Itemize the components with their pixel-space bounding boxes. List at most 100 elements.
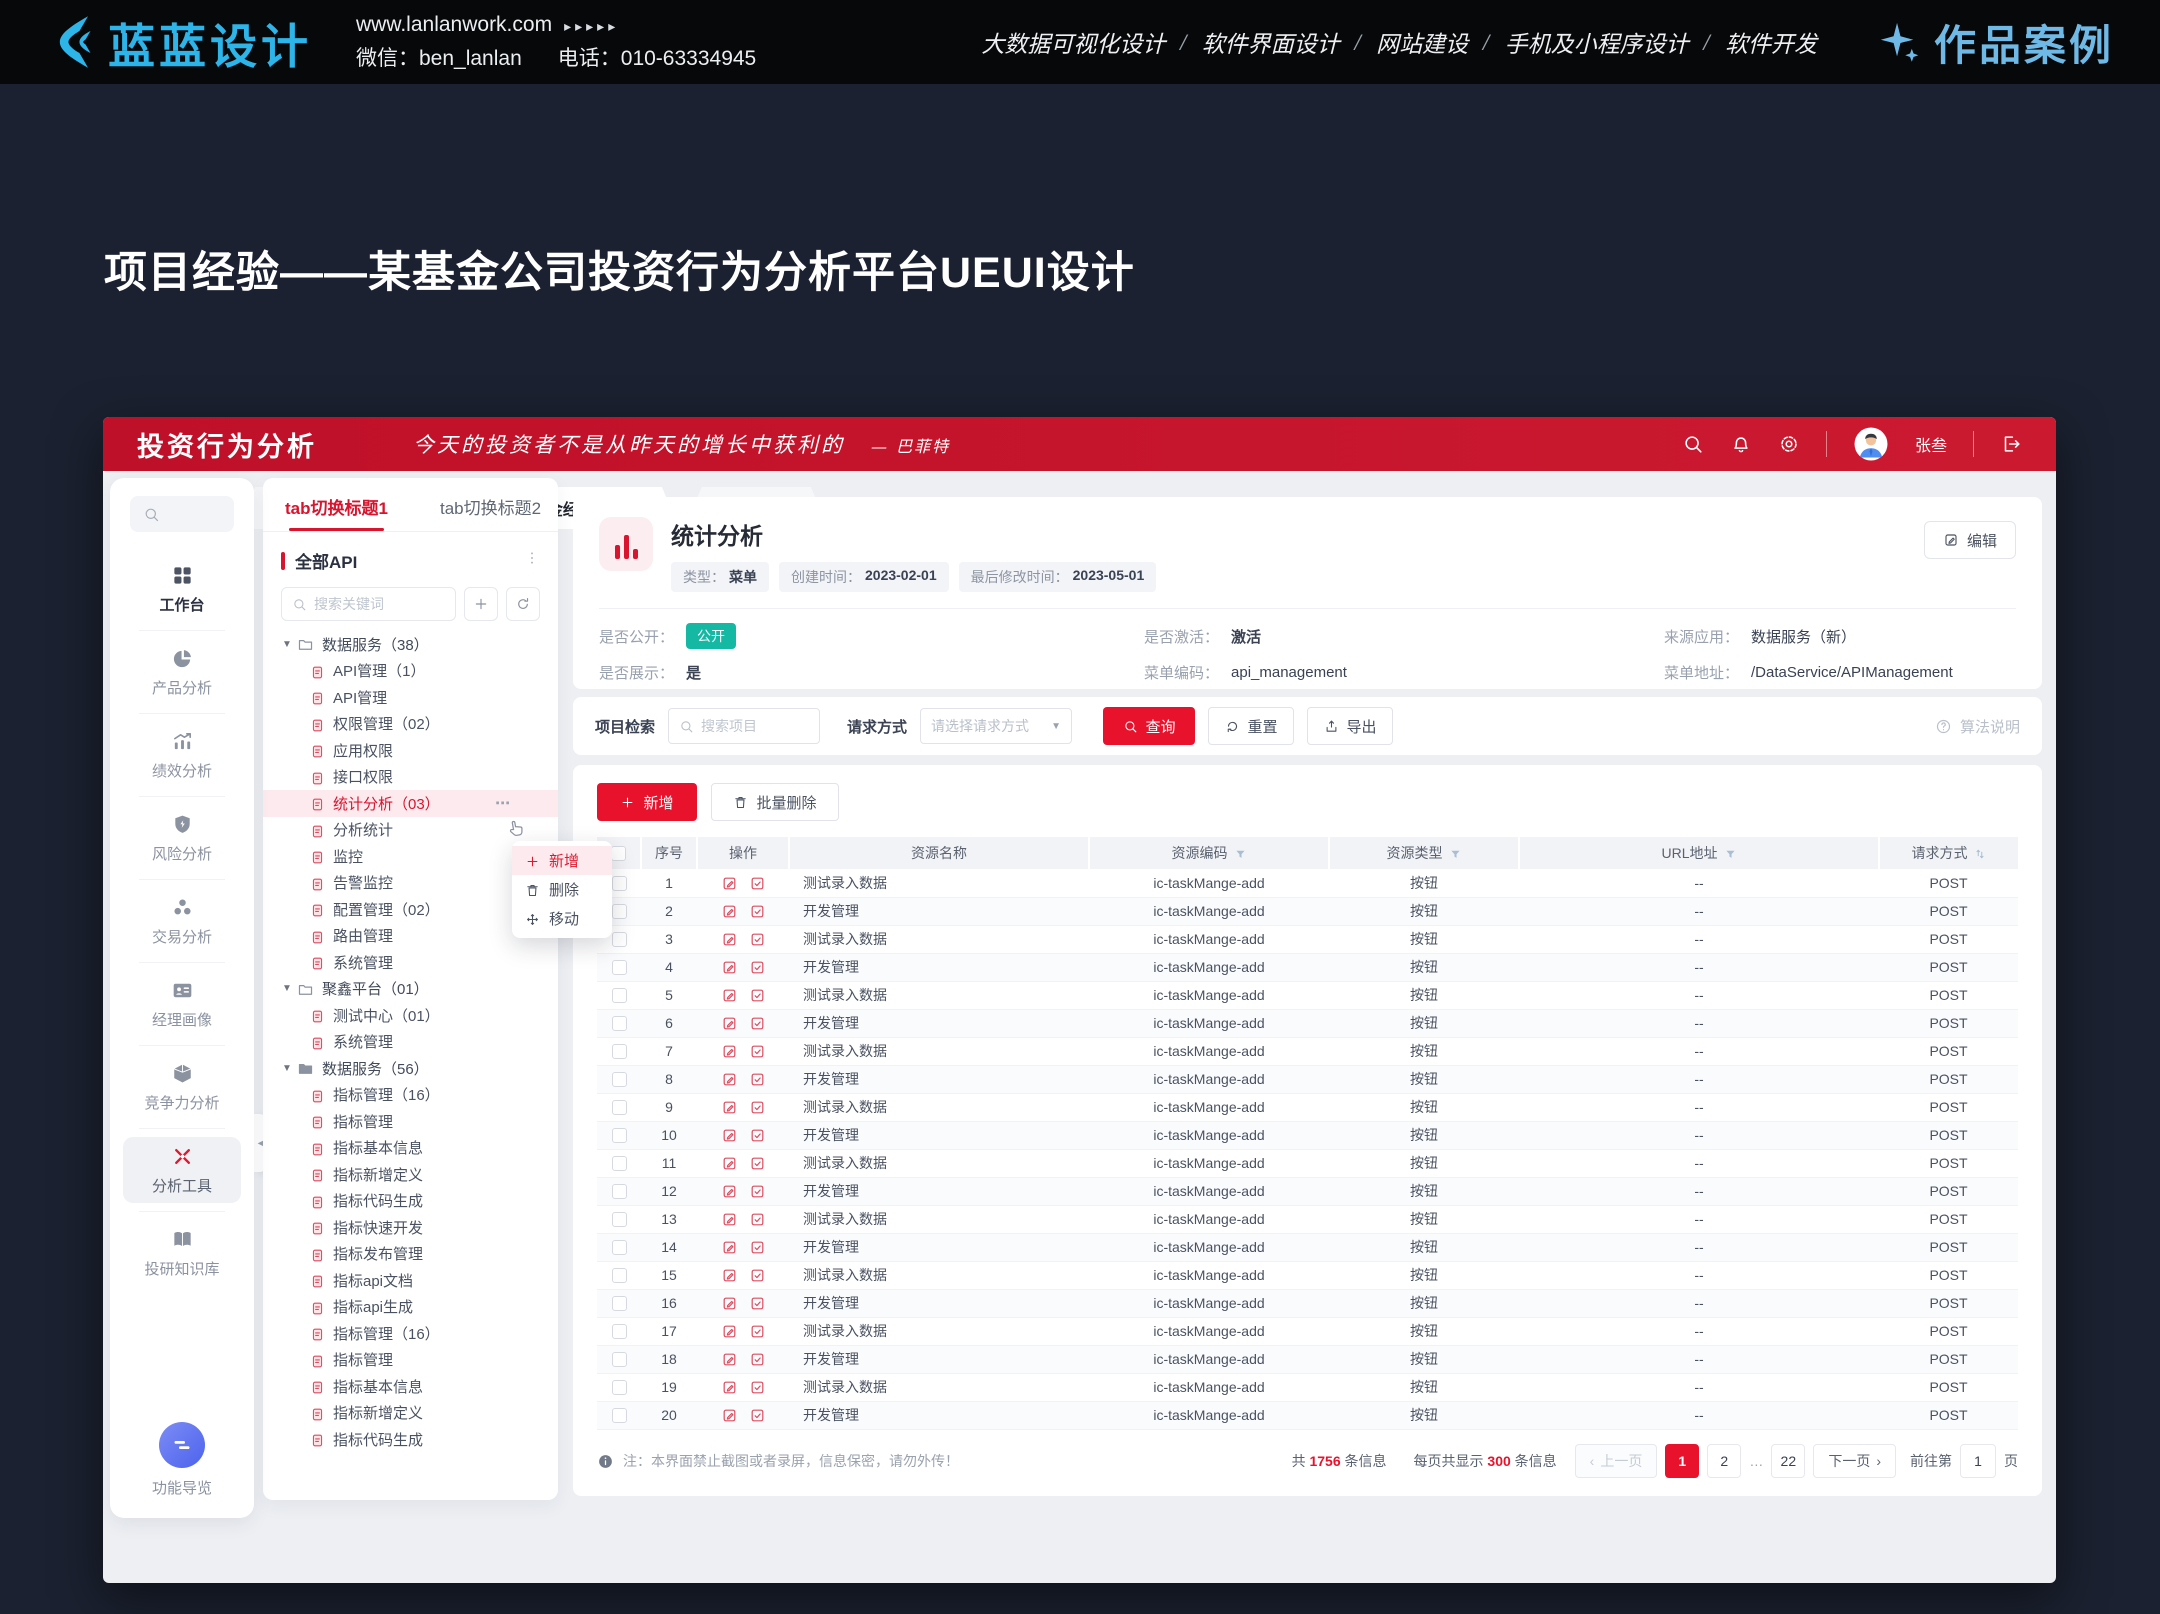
filter-icon[interactable] xyxy=(1443,845,1462,861)
row-checkbox[interactable] xyxy=(597,1121,641,1149)
row-checkbox[interactable] xyxy=(597,953,641,981)
edit-icon[interactable] xyxy=(721,986,738,1004)
tree-node[interactable]: 指标发布管理 xyxy=(263,1241,558,1268)
edit-button[interactable]: 编辑 xyxy=(1924,521,2016,559)
avatar[interactable] xyxy=(1853,426,1889,462)
tree-node[interactable]: 权限管理（02） xyxy=(263,711,558,738)
edit-icon[interactable] xyxy=(721,1182,738,1200)
filter-icon[interactable] xyxy=(1228,845,1247,861)
edit-icon[interactable] xyxy=(721,1378,738,1396)
edit-icon[interactable] xyxy=(721,1322,738,1340)
approve-icon[interactable] xyxy=(749,930,766,948)
sidebar-item[interactable]: 交易分析 xyxy=(123,888,241,954)
tree-node[interactable]: 指标代码生成 xyxy=(263,1188,558,1215)
row-checkbox[interactable] xyxy=(597,981,641,1009)
context-menu-item[interactable]: 删除 xyxy=(512,875,612,904)
tree-folder[interactable]: ▼数据服务（56） xyxy=(263,1055,558,1082)
filter-icon[interactable] xyxy=(1718,845,1737,861)
approve-icon[interactable] xyxy=(749,986,766,1004)
sidebar-search-input[interactable] xyxy=(130,496,234,532)
export-button[interactable]: 导出 xyxy=(1307,707,1393,745)
tree-node[interactable]: 指标api文档 xyxy=(263,1267,558,1294)
row-checkbox[interactable] xyxy=(597,1009,641,1037)
sidebar-item[interactable]: 绩效分析 xyxy=(123,722,241,788)
goto-page-input[interactable] xyxy=(1960,1444,1996,1478)
tree-folder[interactable]: ▼聚鑫平台（01） xyxy=(263,976,558,1003)
tree-node[interactable]: 指标管理（16） xyxy=(263,1082,558,1109)
next-page-button[interactable]: 下一页 › xyxy=(1813,1444,1896,1478)
sidebar-item[interactable]: 经理画像 xyxy=(123,971,241,1037)
row-checkbox[interactable] xyxy=(597,1289,641,1317)
bell-icon[interactable] xyxy=(1730,433,1752,455)
tree-node[interactable]: 指标管理 xyxy=(263,1108,558,1135)
row-checkbox[interactable] xyxy=(597,1065,641,1093)
tree-node[interactable]: 统计分析（03）⋯ xyxy=(263,790,558,817)
row-more-icon[interactable]: ⋯ xyxy=(495,794,512,812)
reset-button[interactable]: 重置 xyxy=(1208,707,1294,745)
add-node-button[interactable] xyxy=(464,587,498,621)
approve-icon[interactable] xyxy=(749,1126,766,1144)
approve-icon[interactable] xyxy=(749,1406,766,1424)
row-checkbox[interactable] xyxy=(597,1373,641,1401)
approve-icon[interactable] xyxy=(749,958,766,976)
edit-icon[interactable] xyxy=(721,874,738,892)
page-number[interactable]: 22 xyxy=(1771,1444,1805,1478)
user-name[interactable]: 张叁 xyxy=(1915,432,1947,456)
sidebar-item[interactable]: 分析工具 xyxy=(123,1137,241,1203)
edit-icon[interactable] xyxy=(721,1238,738,1256)
approve-icon[interactable] xyxy=(749,1322,766,1340)
project-search-input[interactable] xyxy=(668,708,820,744)
logout-icon[interactable] xyxy=(2000,433,2022,455)
sidebar-item[interactable]: 产品分析 xyxy=(123,639,241,705)
tree-node[interactable]: 系统管理 xyxy=(263,1029,558,1056)
edit-icon[interactable] xyxy=(721,1014,738,1032)
edit-icon[interactable] xyxy=(721,1294,738,1312)
refresh-button[interactable] xyxy=(506,587,540,621)
column-header[interactable]: 资源编码 xyxy=(1089,837,1329,869)
edit-icon[interactable] xyxy=(721,1154,738,1172)
approve-icon[interactable] xyxy=(749,1070,766,1088)
sort-icon[interactable] xyxy=(1968,845,1987,861)
tree-node[interactable]: 指标管理 xyxy=(263,1347,558,1374)
gear-icon[interactable] xyxy=(1778,433,1800,455)
tree-node[interactable]: 指标新增定义 xyxy=(263,1161,558,1188)
tree-node[interactable]: 指标管理（16） xyxy=(263,1320,558,1347)
edit-icon[interactable] xyxy=(721,958,738,976)
tree-node[interactable]: 应用权限 xyxy=(263,737,558,764)
row-checkbox[interactable] xyxy=(597,1345,641,1373)
sidebar-item[interactable]: 风险分析 xyxy=(123,805,241,871)
tree-search-input[interactable] xyxy=(281,587,456,621)
search-icon[interactable] xyxy=(1682,433,1704,455)
batch-delete-button[interactable]: 批量删除 xyxy=(711,783,839,821)
prev-page-button[interactable]: ‹ 上一页 xyxy=(1575,1444,1658,1478)
tree-node[interactable]: API管理（1） xyxy=(263,658,558,685)
tree-node[interactable]: API管理 xyxy=(263,684,558,711)
row-checkbox[interactable] xyxy=(597,1401,641,1429)
approve-icon[interactable] xyxy=(749,1182,766,1200)
tree-node[interactable]: 接口权限 xyxy=(263,764,558,791)
caret-down-icon[interactable]: ▼ xyxy=(279,983,295,994)
tree-node[interactable]: 指标代码生成 xyxy=(263,1426,558,1453)
tree-node[interactable]: 指标基本信息 xyxy=(263,1135,558,1162)
context-menu-item[interactable]: 移动 xyxy=(512,904,612,933)
approve-icon[interactable] xyxy=(749,1266,766,1284)
edit-icon[interactable] xyxy=(721,930,738,948)
method-select[interactable]: 请选择请求方式 ▼ xyxy=(920,708,1072,744)
row-checkbox[interactable] xyxy=(597,1261,641,1289)
approve-icon[interactable] xyxy=(749,1014,766,1032)
tree-folder[interactable]: ▼数据服务（38） xyxy=(263,631,558,658)
tree-node[interactable]: 测试中心（01） xyxy=(263,1002,558,1029)
caret-down-icon[interactable]: ▼ xyxy=(279,1063,295,1074)
tree-node[interactable]: 指标基本信息 xyxy=(263,1373,558,1400)
edit-icon[interactable] xyxy=(721,1098,738,1116)
edit-icon[interactable] xyxy=(721,1070,738,1088)
website-link[interactable]: www.lanlanwork.com xyxy=(356,13,552,36)
row-checkbox[interactable] xyxy=(597,1205,641,1233)
tree-search-field[interactable] xyxy=(314,596,445,612)
tree-tab-1[interactable]: tab切换标题1 xyxy=(285,494,388,531)
row-checkbox[interactable] xyxy=(597,1177,641,1205)
approve-icon[interactable] xyxy=(749,1154,766,1172)
tree-node[interactable]: 系统管理 xyxy=(263,949,558,976)
tree-node[interactable]: 指标快速开发 xyxy=(263,1214,558,1241)
approve-icon[interactable] xyxy=(749,1350,766,1368)
